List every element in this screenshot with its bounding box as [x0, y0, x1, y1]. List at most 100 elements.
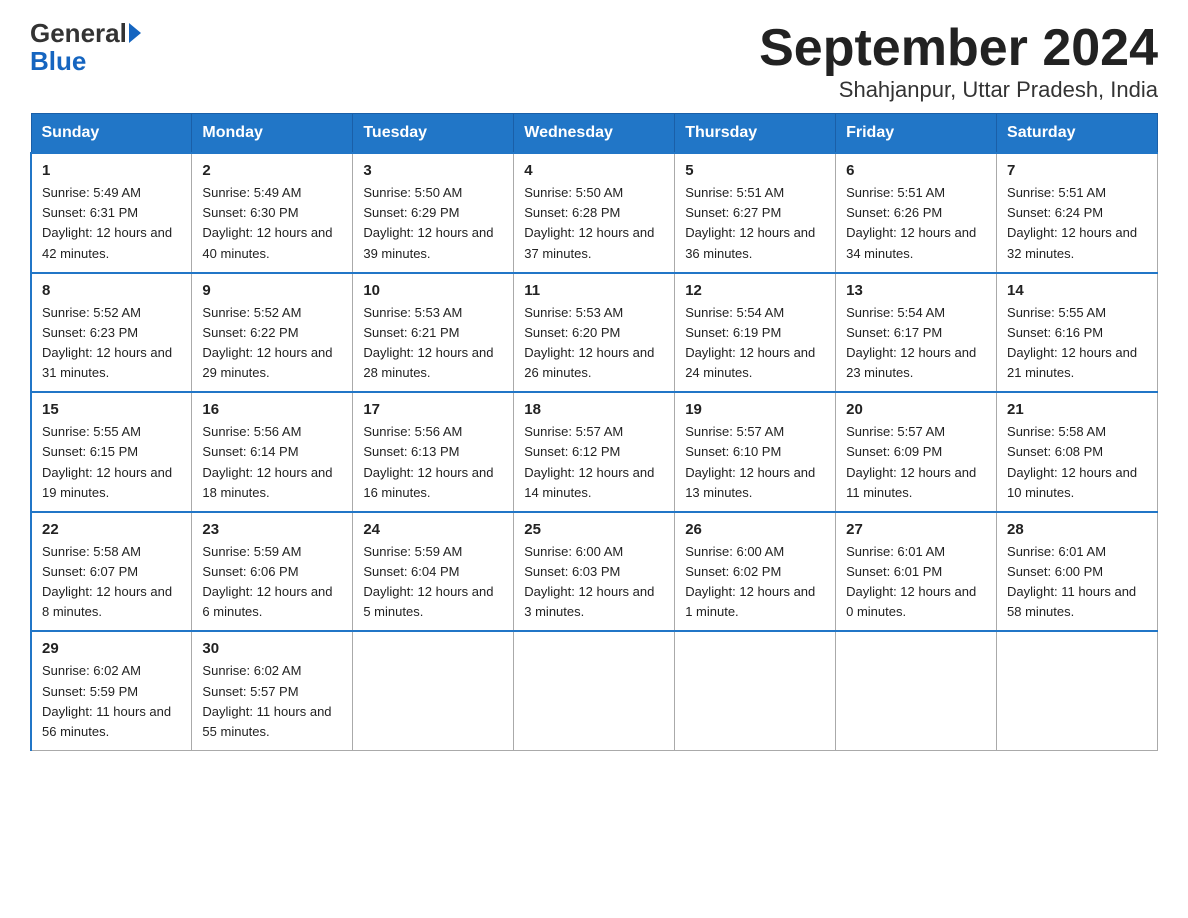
day-info: Sunrise: 5:49 AMSunset: 6:30 PMDaylight:… [202, 185, 332, 260]
day-info: Sunrise: 5:52 AMSunset: 6:23 PMDaylight:… [42, 305, 172, 380]
calendar-cell: 19 Sunrise: 5:57 AMSunset: 6:10 PMDaylig… [675, 392, 836, 512]
day-number: 5 [685, 162, 825, 179]
day-number: 26 [685, 521, 825, 538]
day-info: Sunrise: 5:53 AMSunset: 6:21 PMDaylight:… [363, 305, 493, 380]
week-row-1: 1 Sunrise: 5:49 AMSunset: 6:31 PMDayligh… [31, 153, 1158, 273]
day-number: 16 [202, 401, 342, 418]
day-number: 12 [685, 282, 825, 299]
day-number: 4 [524, 162, 664, 179]
calendar-cell [353, 631, 514, 750]
calendar-cell: 12 Sunrise: 5:54 AMSunset: 6:19 PMDaylig… [675, 273, 836, 393]
day-info: Sunrise: 5:54 AMSunset: 6:19 PMDaylight:… [685, 305, 815, 380]
day-info: Sunrise: 5:56 AMSunset: 6:13 PMDaylight:… [363, 424, 493, 499]
weekday-header-row: Sunday Monday Tuesday Wednesday Thursday… [31, 114, 1158, 154]
day-number: 23 [202, 521, 342, 538]
calendar-cell: 26 Sunrise: 6:00 AMSunset: 6:02 PMDaylig… [675, 512, 836, 632]
calendar-cell: 29 Sunrise: 6:02 AMSunset: 5:59 PMDaylig… [31, 631, 192, 750]
calendar-cell: 7 Sunrise: 5:51 AMSunset: 6:24 PMDayligh… [997, 153, 1158, 273]
day-info: Sunrise: 5:54 AMSunset: 6:17 PMDaylight:… [846, 305, 976, 380]
calendar-cell: 2 Sunrise: 5:49 AMSunset: 6:30 PMDayligh… [192, 153, 353, 273]
day-number: 9 [202, 282, 342, 299]
day-info: Sunrise: 6:02 AMSunset: 5:59 PMDaylight:… [42, 663, 171, 738]
day-number: 8 [42, 282, 181, 299]
week-row-5: 29 Sunrise: 6:02 AMSunset: 5:59 PMDaylig… [31, 631, 1158, 750]
day-number: 27 [846, 521, 986, 538]
header-sunday: Sunday [31, 114, 192, 154]
day-number: 1 [42, 162, 181, 179]
week-row-4: 22 Sunrise: 5:58 AMSunset: 6:07 PMDaylig… [31, 512, 1158, 632]
calendar-cell: 8 Sunrise: 5:52 AMSunset: 6:23 PMDayligh… [31, 273, 192, 393]
calendar-cell: 17 Sunrise: 5:56 AMSunset: 6:13 PMDaylig… [353, 392, 514, 512]
calendar-cell: 18 Sunrise: 5:57 AMSunset: 6:12 PMDaylig… [514, 392, 675, 512]
calendar-table: Sunday Monday Tuesday Wednesday Thursday… [30, 113, 1158, 751]
day-number: 19 [685, 401, 825, 418]
calendar-cell: 13 Sunrise: 5:54 AMSunset: 6:17 PMDaylig… [836, 273, 997, 393]
calendar-cell: 16 Sunrise: 5:56 AMSunset: 6:14 PMDaylig… [192, 392, 353, 512]
header-tuesday: Tuesday [353, 114, 514, 154]
day-number: 25 [524, 521, 664, 538]
calendar-cell: 15 Sunrise: 5:55 AMSunset: 6:15 PMDaylig… [31, 392, 192, 512]
header-monday: Monday [192, 114, 353, 154]
day-number: 10 [363, 282, 503, 299]
day-info: Sunrise: 5:51 AMSunset: 6:24 PMDaylight:… [1007, 185, 1137, 260]
header-friday: Friday [836, 114, 997, 154]
header-wednesday: Wednesday [514, 114, 675, 154]
day-number: 30 [202, 640, 342, 657]
calendar-cell: 5 Sunrise: 5:51 AMSunset: 6:27 PMDayligh… [675, 153, 836, 273]
calendar-cell: 21 Sunrise: 5:58 AMSunset: 6:08 PMDaylig… [997, 392, 1158, 512]
title-area: September 2024 Shahjanpur, Uttar Pradesh… [759, 20, 1158, 103]
day-number: 24 [363, 521, 503, 538]
day-info: Sunrise: 6:02 AMSunset: 5:57 PMDaylight:… [202, 663, 331, 738]
day-number: 6 [846, 162, 986, 179]
day-number: 13 [846, 282, 986, 299]
day-number: 7 [1007, 162, 1147, 179]
day-info: Sunrise: 6:01 AMSunset: 6:01 PMDaylight:… [846, 544, 976, 619]
header-thursday: Thursday [675, 114, 836, 154]
day-info: Sunrise: 5:52 AMSunset: 6:22 PMDaylight:… [202, 305, 332, 380]
header-saturday: Saturday [997, 114, 1158, 154]
calendar-cell: 22 Sunrise: 5:58 AMSunset: 6:07 PMDaylig… [31, 512, 192, 632]
day-info: Sunrise: 5:53 AMSunset: 6:20 PMDaylight:… [524, 305, 654, 380]
calendar-cell: 11 Sunrise: 5:53 AMSunset: 6:20 PMDaylig… [514, 273, 675, 393]
day-number: 14 [1007, 282, 1147, 299]
calendar-cell [997, 631, 1158, 750]
day-number: 29 [42, 640, 181, 657]
calendar-cell: 23 Sunrise: 5:59 AMSunset: 6:06 PMDaylig… [192, 512, 353, 632]
calendar-cell: 6 Sunrise: 5:51 AMSunset: 6:26 PMDayligh… [836, 153, 997, 273]
week-row-2: 8 Sunrise: 5:52 AMSunset: 6:23 PMDayligh… [31, 273, 1158, 393]
day-info: Sunrise: 5:51 AMSunset: 6:26 PMDaylight:… [846, 185, 976, 260]
calendar-cell: 10 Sunrise: 5:53 AMSunset: 6:21 PMDaylig… [353, 273, 514, 393]
day-info: Sunrise: 5:58 AMSunset: 6:08 PMDaylight:… [1007, 424, 1137, 499]
day-number: 22 [42, 521, 181, 538]
day-info: Sunrise: 5:57 AMSunset: 6:12 PMDaylight:… [524, 424, 654, 499]
calendar-cell: 20 Sunrise: 5:57 AMSunset: 6:09 PMDaylig… [836, 392, 997, 512]
day-number: 28 [1007, 521, 1147, 538]
day-number: 15 [42, 401, 181, 418]
calendar-cell: 14 Sunrise: 5:55 AMSunset: 6:16 PMDaylig… [997, 273, 1158, 393]
day-number: 17 [363, 401, 503, 418]
logo-blue: Blue [30, 46, 86, 77]
calendar-cell: 9 Sunrise: 5:52 AMSunset: 6:22 PMDayligh… [192, 273, 353, 393]
calendar-subtitle: Shahjanpur, Uttar Pradesh, India [759, 77, 1158, 103]
calendar-cell: 25 Sunrise: 6:00 AMSunset: 6:03 PMDaylig… [514, 512, 675, 632]
calendar-cell [675, 631, 836, 750]
day-number: 3 [363, 162, 503, 179]
calendar-cell: 3 Sunrise: 5:50 AMSunset: 6:29 PMDayligh… [353, 153, 514, 273]
day-info: Sunrise: 5:55 AMSunset: 6:15 PMDaylight:… [42, 424, 172, 499]
page-header: General Blue September 2024 Shahjanpur, … [30, 20, 1158, 103]
calendar-title: September 2024 [759, 20, 1158, 77]
calendar-cell: 1 Sunrise: 5:49 AMSunset: 6:31 PMDayligh… [31, 153, 192, 273]
day-number: 18 [524, 401, 664, 418]
day-number: 21 [1007, 401, 1147, 418]
day-info: Sunrise: 5:59 AMSunset: 6:06 PMDaylight:… [202, 544, 332, 619]
day-number: 2 [202, 162, 342, 179]
day-info: Sunrise: 5:58 AMSunset: 6:07 PMDaylight:… [42, 544, 172, 619]
day-info: Sunrise: 5:50 AMSunset: 6:29 PMDaylight:… [363, 185, 493, 260]
day-info: Sunrise: 5:49 AMSunset: 6:31 PMDaylight:… [42, 185, 172, 260]
day-info: Sunrise: 6:01 AMSunset: 6:00 PMDaylight:… [1007, 544, 1136, 619]
calendar-cell: 30 Sunrise: 6:02 AMSunset: 5:57 PMDaylig… [192, 631, 353, 750]
calendar-cell [514, 631, 675, 750]
day-info: Sunrise: 5:51 AMSunset: 6:27 PMDaylight:… [685, 185, 815, 260]
calendar-cell: 28 Sunrise: 6:01 AMSunset: 6:00 PMDaylig… [997, 512, 1158, 632]
day-info: Sunrise: 5:55 AMSunset: 6:16 PMDaylight:… [1007, 305, 1137, 380]
